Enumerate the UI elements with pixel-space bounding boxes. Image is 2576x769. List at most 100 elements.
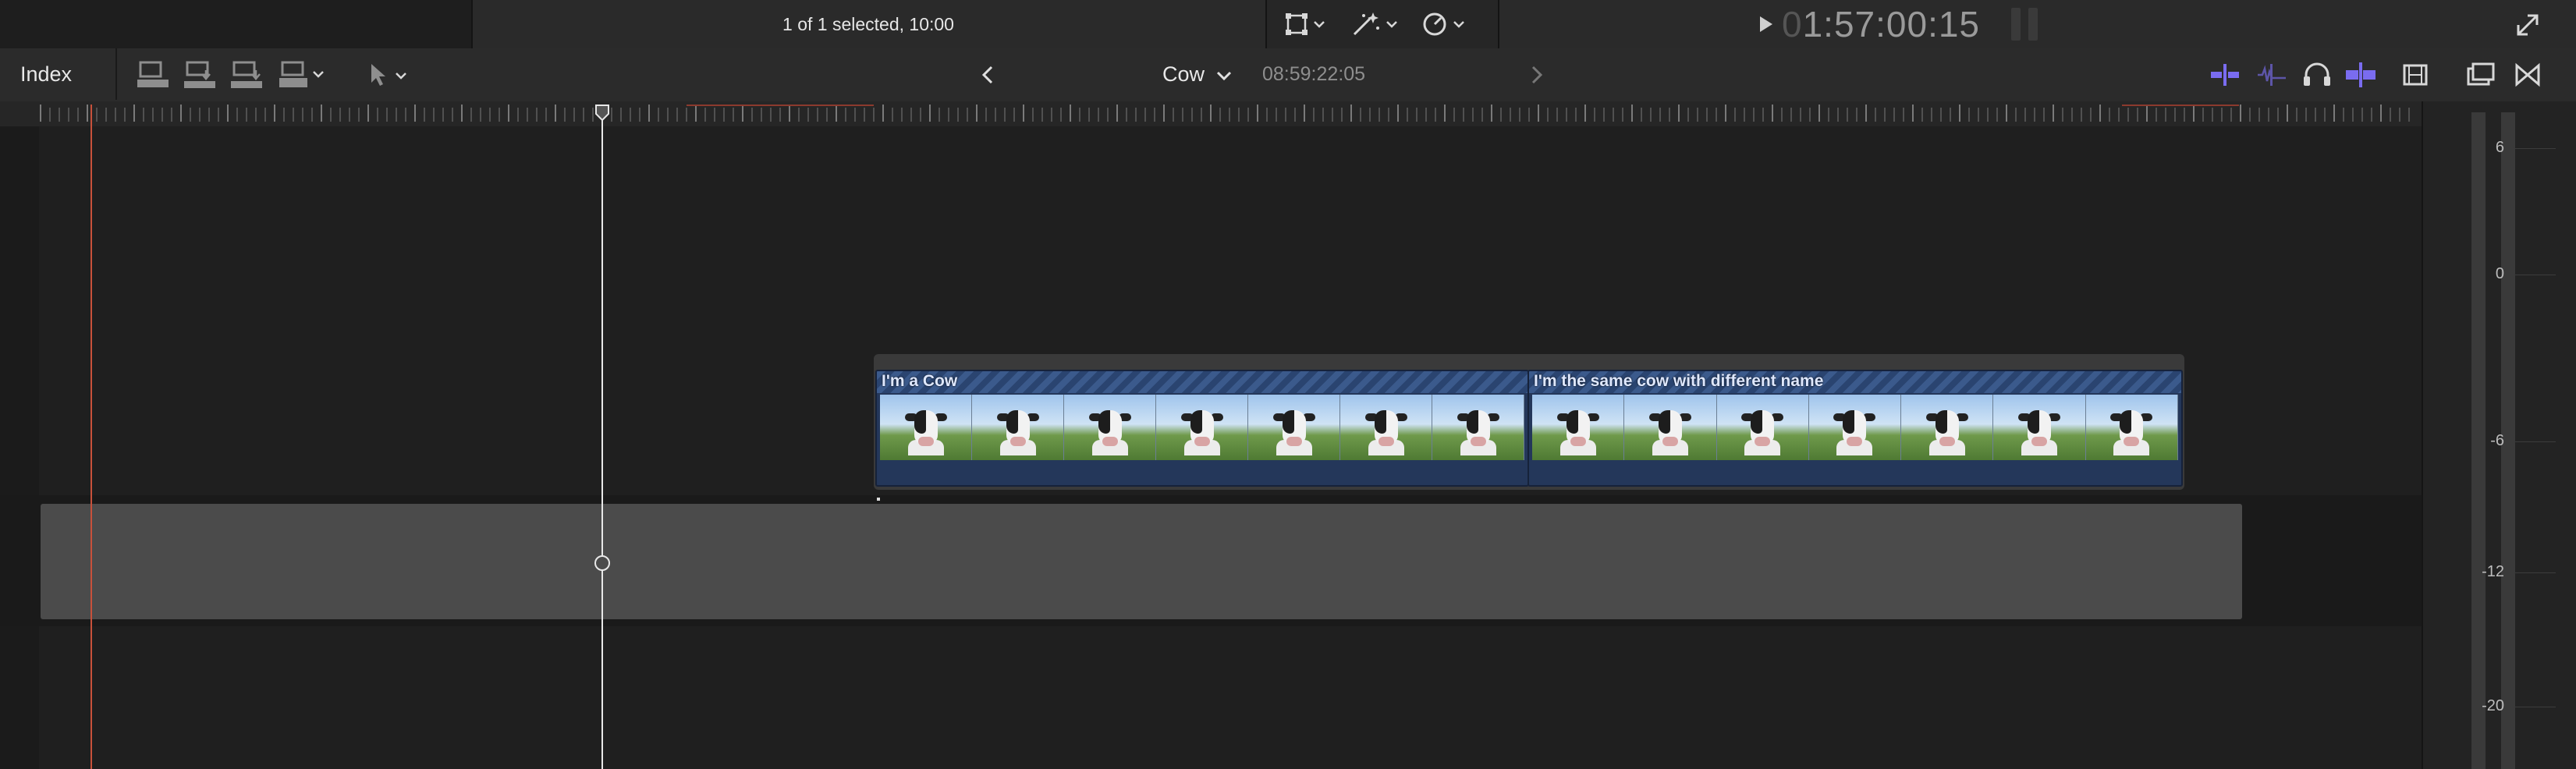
meter-label: 6	[2495, 139, 2504, 156]
clip-filmstrip	[1532, 395, 2178, 460]
cow-thumbnail	[1272, 406, 1315, 455]
meter-label: -20	[2482, 697, 2504, 714]
cow-thumbnail	[1648, 406, 1691, 455]
playhead-handle-icon	[595, 105, 609, 122]
connection-point	[877, 498, 880, 501]
timeline-left-strip	[0, 126, 39, 769]
clip-frame	[1808, 395, 1902, 460]
chevron-right-icon	[1531, 66, 1543, 84]
clip-frame	[1624, 395, 1717, 460]
clip-frame	[1156, 395, 1248, 460]
clip-title-bar	[877, 371, 1528, 393]
filmstrip-icon	[2403, 64, 2428, 86]
primary-storyline-gap[interactable]	[41, 504, 2242, 619]
cow-thumbnail	[1364, 406, 1407, 455]
speedometer-icon	[1423, 12, 1464, 36]
clip-filmstrip	[880, 395, 1524, 460]
transform-icon	[1286, 13, 1325, 35]
audio-skimming-button[interactable]	[2255, 59, 2289, 90]
audio-meters: 6 0 -6 -12 -20	[2422, 101, 2576, 769]
ruler-ticks	[40, 105, 2410, 122]
project-menu-chevron[interactable]	[1214, 64, 1234, 87]
top-bar-left-area	[0, 0, 473, 48]
append-clip-button[interactable]	[229, 59, 264, 90]
cow-thumbnail	[1833, 406, 1876, 455]
clip-frame	[1716, 395, 1809, 460]
connect-icon	[137, 61, 169, 87]
effects-browser-button[interactable]	[2464, 59, 2498, 90]
insert-icon	[184, 61, 215, 88]
snapping-icon	[2346, 62, 2376, 87]
selection-info: 1 of 1 selected, 10:00	[782, 14, 954, 34]
clip-appearance-button[interactable]	[2398, 59, 2432, 90]
transform-tool-button[interactable]	[1283, 9, 1329, 39]
playhead-handle[interactable]	[594, 105, 610, 122]
clip-frame	[1532, 395, 1625, 460]
audio-skimming-icon	[2258, 64, 2286, 86]
clip-frame	[1993, 395, 2086, 460]
meter-tick	[2515, 148, 2556, 149]
connect-clip-button[interactable]	[136, 59, 170, 90]
ruler-render-indicator	[687, 105, 874, 106]
clip-title: I'm a Cow	[882, 372, 958, 390]
transitions-browser-button[interactable]	[2510, 59, 2545, 90]
history-back-button[interactable]	[977, 61, 1000, 89]
cow-thumbnail	[1180, 406, 1223, 455]
clip-frame	[2085, 395, 2178, 460]
tools-group	[1265, 0, 1499, 48]
retime-tool-button[interactable]	[1420, 9, 1474, 39]
timeline-ruler[interactable]	[0, 101, 2422, 127]
chevron-left-icon	[981, 66, 993, 84]
clip-frame	[1340, 395, 1432, 460]
insert-clip-button[interactable]	[183, 59, 217, 90]
overwrite-clip-button[interactable]	[278, 59, 329, 90]
select-tool-button[interactable]	[367, 59, 413, 90]
cow-thumbnail	[1457, 406, 1499, 455]
expand-icon	[2517, 14, 2539, 36]
project-name[interactable]: Cow	[1162, 48, 1205, 100]
video-waveform-button[interactable]	[2208, 59, 2242, 90]
timecode-lead: 0	[1782, 4, 1803, 44]
snapping-button[interactable]	[2344, 59, 2378, 90]
solo-button[interactable]	[2300, 59, 2334, 90]
cow-thumbnail	[1741, 406, 1784, 455]
cow-thumbnail	[2018, 406, 2061, 455]
project-duration: 08:59:22:05	[1262, 63, 1366, 85]
history-forward-button[interactable]	[1524, 61, 1548, 89]
cow-thumbnail	[996, 406, 1039, 455]
cow-thumbnail	[2110, 406, 2153, 455]
playhead[interactable]	[601, 109, 603, 769]
arrow-cursor-icon	[371, 64, 406, 86]
overwrite-icon	[279, 61, 324, 87]
clip-same-cow[interactable]: I'm the same cow with different name	[1528, 370, 2183, 487]
magic-wand-icon	[1353, 12, 1397, 36]
skimming-icon	[2211, 64, 2239, 86]
clip-frame	[972, 395, 1064, 460]
clip-frame	[1248, 395, 1340, 460]
cow-thumbnail	[904, 406, 947, 455]
cow-thumbnail	[1925, 406, 1968, 455]
append-icon	[231, 61, 262, 88]
meter-label: -6	[2490, 432, 2504, 449]
audio-meter-left	[2471, 112, 2486, 769]
play-icon[interactable]	[1754, 12, 1777, 36]
clip-im-a-cow[interactable]: I'm a Cow	[875, 370, 1529, 487]
cow-thumbnail	[1556, 406, 1599, 455]
clip-frame	[1064, 395, 1156, 460]
fullscreen-button[interactable]	[2514, 11, 2542, 39]
chevron-down-icon	[1216, 71, 1232, 81]
enhance-tool-button[interactable]	[1350, 9, 1404, 39]
bowtie-icon	[2515, 62, 2540, 87]
clip-frame	[1901, 395, 1994, 460]
meter-label: 0	[2495, 265, 2504, 282]
meter-tick	[2515, 572, 2556, 573]
playhead-marker-dot	[594, 555, 610, 571]
timecode-level-bars	[2011, 8, 2042, 41]
meter-label: -12	[2482, 563, 2504, 580]
clip-frame	[1432, 395, 1524, 460]
clip-frame	[880, 395, 972, 460]
clip-title: I'm the same cow with different name	[1534, 372, 1824, 390]
index-button[interactable]: Index	[0, 48, 117, 100]
windows-icon	[2467, 62, 2495, 86]
timecode-display[interactable]: 0 1:57:00:15	[1754, 4, 1980, 44]
